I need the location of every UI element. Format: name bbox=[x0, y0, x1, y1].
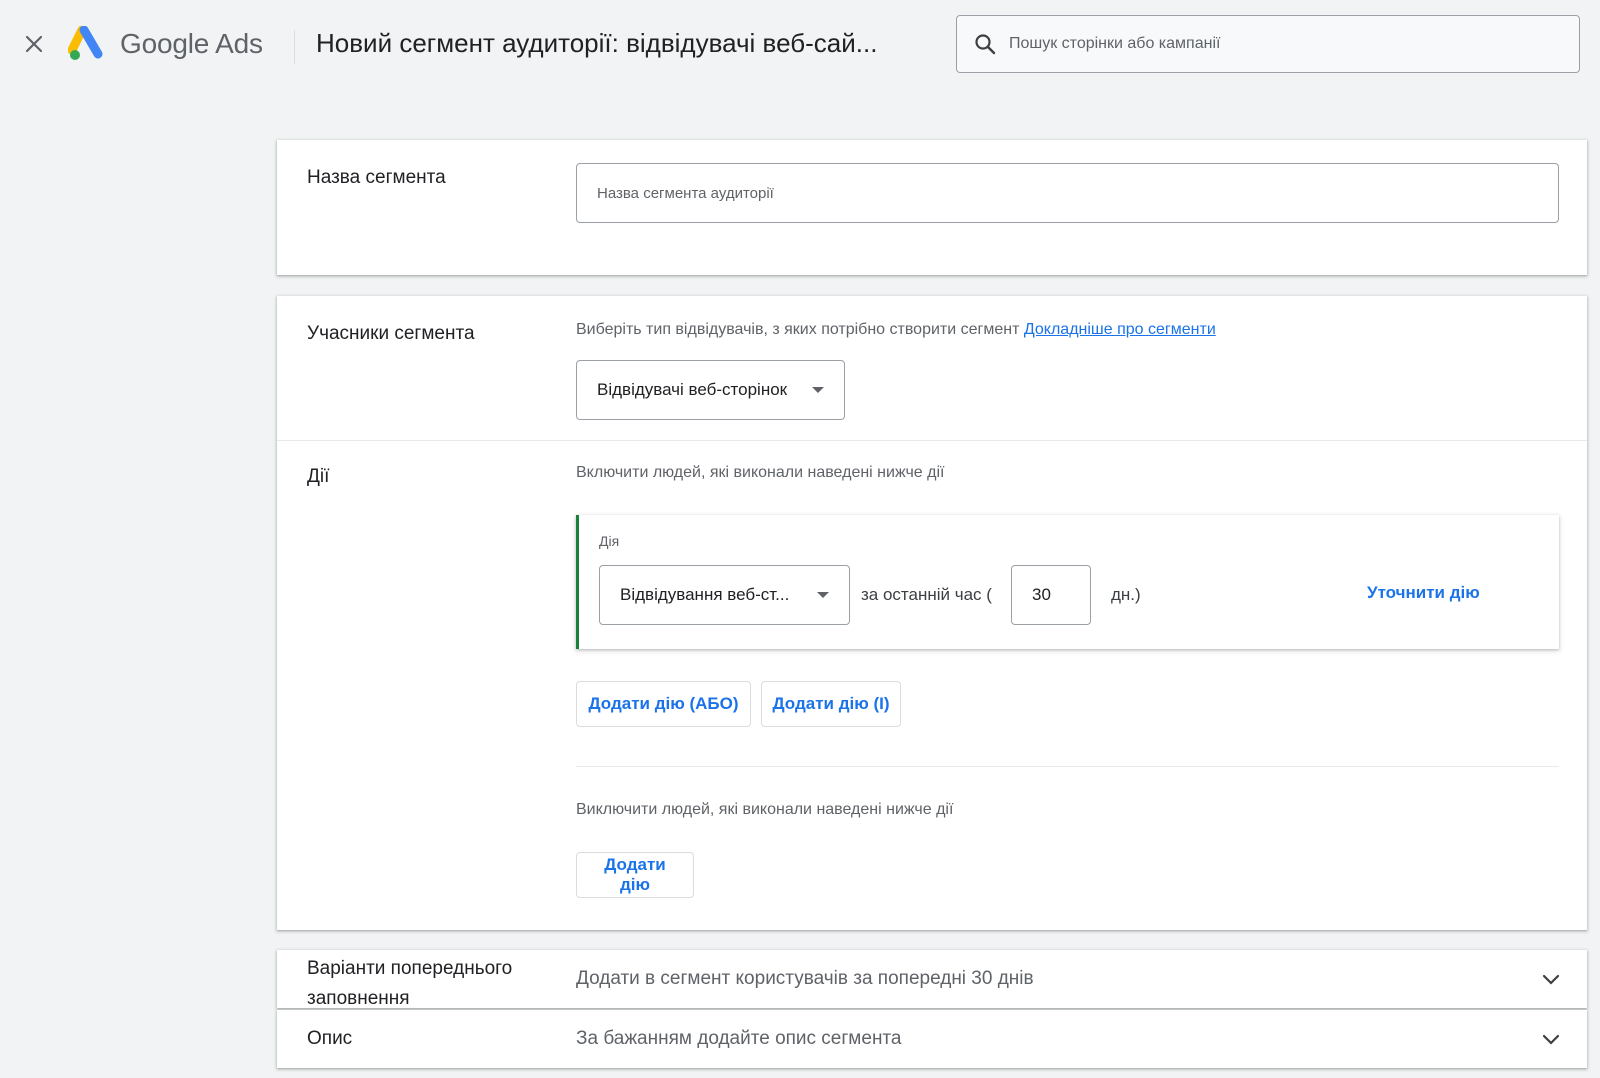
add-exclude-action-button[interactable]: Додати дію bbox=[576, 852, 694, 898]
segment-config-card: Учасники сегмента Виберіть тип відвідува… bbox=[277, 296, 1587, 930]
action-card-title: Дія bbox=[599, 533, 620, 549]
search-box[interactable] bbox=[956, 15, 1580, 73]
chevron-down-icon[interactable] bbox=[1539, 967, 1563, 991]
segment-name-input[interactable] bbox=[576, 163, 1559, 223]
days-input[interactable] bbox=[1011, 565, 1091, 625]
learn-more-link[interactable]: Докладніше про сегменти bbox=[1024, 321, 1216, 338]
add-action-and-button[interactable]: Додати дію (І) bbox=[761, 681, 901, 727]
chevron-down-icon[interactable] bbox=[1539, 1027, 1563, 1051]
search-input[interactable] bbox=[1009, 35, 1549, 53]
period-suffix: дн.) bbox=[1111, 585, 1141, 604]
action-card: Дія Відвідування веб-ст... за останній ч… bbox=[576, 515, 1559, 649]
action-type-value: Відвідування веб-ст... bbox=[620, 585, 790, 604]
dropdown-arrow-icon bbox=[812, 387, 824, 393]
dropdown-arrow-icon bbox=[817, 592, 829, 598]
logo-text: Google Ads bbox=[120, 28, 263, 59]
segment-name-label: Назва сегмента bbox=[307, 167, 446, 188]
exclude-text: Виключити людей, які виконали наведені н… bbox=[576, 801, 954, 818]
segment-members-label: Учасники сегмента bbox=[307, 323, 475, 344]
refine-action-button[interactable]: Уточнити дію bbox=[1367, 583, 1480, 603]
header-divider bbox=[294, 30, 295, 64]
visitor-type-dropdown[interactable]: Відвідувачі веб-сторінок bbox=[576, 360, 845, 420]
segment-members-helper-text: Виберіть тип відвідувачів, з яких потріб… bbox=[576, 321, 1020, 338]
segment-name-card: Назва сегмента bbox=[277, 140, 1587, 275]
action-type-dropdown[interactable]: Відвідування веб-ст... bbox=[599, 565, 850, 625]
prefill-card[interactable]: Варіанти попереднього заповнення Додати … bbox=[277, 950, 1587, 1009]
description-summary: За бажанням додайте опис сегмента bbox=[576, 1028, 902, 1049]
segment-members-helper: Виберіть тип відвідувачів, з яких потріб… bbox=[576, 321, 1216, 339]
include-text: Включити людей, які виконали наведені ни… bbox=[576, 464, 945, 481]
add-action-or-button[interactable]: Додати дію (АБО) bbox=[576, 681, 751, 727]
actions-label: Дії bbox=[307, 466, 330, 487]
section-divider bbox=[277, 440, 1587, 441]
exclude-divider bbox=[576, 766, 1559, 767]
google-ads-logo-icon bbox=[68, 26, 103, 60]
description-card[interactable]: Опис За бажанням додайте опис сегмента bbox=[277, 1010, 1587, 1068]
google-ads-logo[interactable]: Google Ads bbox=[68, 26, 263, 62]
prefill-label: Варіанти попереднього заповнення bbox=[307, 958, 513, 1009]
close-icon[interactable] bbox=[18, 28, 50, 60]
period-prefix: за останній час ( bbox=[861, 585, 992, 604]
visitor-type-value: Відвідувачі веб-сторінок bbox=[597, 380, 788, 399]
description-label: Опис bbox=[307, 1028, 353, 1049]
top-bar: Google Ads Новий сегмент аудиторії: відв… bbox=[0, 0, 1600, 92]
search-icon bbox=[975, 34, 996, 55]
prefill-summary: Додати в сегмент користувачів за поперед… bbox=[576, 968, 1034, 989]
page-title: Новий сегмент аудиторії: відвідувачі веб… bbox=[316, 28, 878, 58]
